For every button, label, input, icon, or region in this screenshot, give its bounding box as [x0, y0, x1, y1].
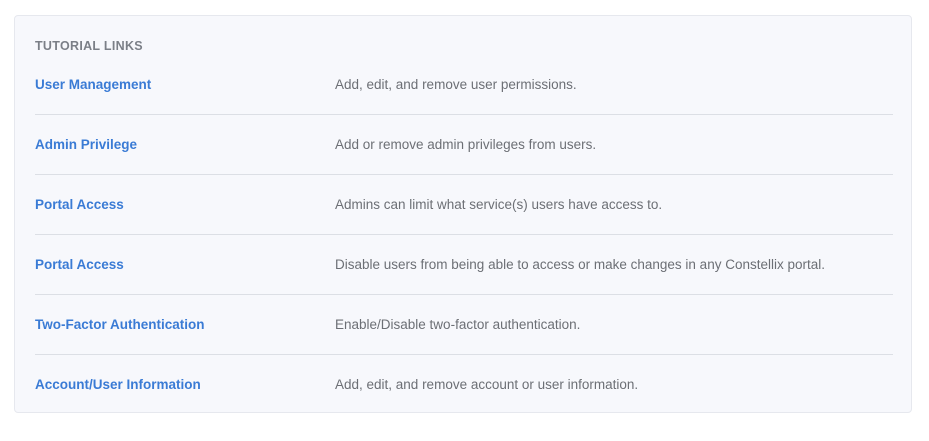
section-title: TUTORIAL LINKS: [35, 39, 143, 53]
list-item: Admin Privilege Add or remove admin priv…: [35, 115, 893, 175]
list-item: User Management Add, edit, and remove us…: [35, 55, 893, 115]
list-item: Portal Access Admins can limit what serv…: [35, 175, 893, 235]
tutorial-link-description: Add, edit, and remove account or user in…: [335, 377, 639, 392]
tutorial-link-description: Enable/Disable two-factor authentication…: [335, 317, 581, 332]
tutorial-link-list: User Management Add, edit, and remove us…: [35, 55, 893, 415]
list-item: Two-Factor Authentication Enable/Disable…: [35, 295, 893, 355]
tutorial-link-user-management[interactable]: User Management: [35, 77, 151, 93]
tutorial-link-admin-privilege[interactable]: Admin Privilege: [35, 137, 137, 153]
tutorial-link-two-factor-authentication[interactable]: Two-Factor Authentication: [35, 317, 205, 333]
tutorial-link-account-user-information[interactable]: Account/User Information: [35, 377, 201, 393]
tutorial-link-portal-access-disable[interactable]: Portal Access: [35, 257, 124, 273]
tutorial-link-description: Admins can limit what service(s) users h…: [335, 197, 663, 212]
tutorial-link-description: Add, edit, and remove user permissions.: [335, 77, 577, 92]
tutorial-link-portal-access[interactable]: Portal Access: [35, 197, 124, 213]
tutorial-link-description: Disable users from being able to access …: [335, 257, 825, 272]
tutorial-link-description: Add or remove admin privileges from user…: [335, 137, 597, 152]
list-item: Portal Access Disable users from being a…: [35, 235, 893, 295]
tutorial-links-panel: TUTORIAL LINKS User Management Add, edit…: [14, 15, 912, 413]
list-item: Account/User Information Add, edit, and …: [35, 355, 893, 415]
